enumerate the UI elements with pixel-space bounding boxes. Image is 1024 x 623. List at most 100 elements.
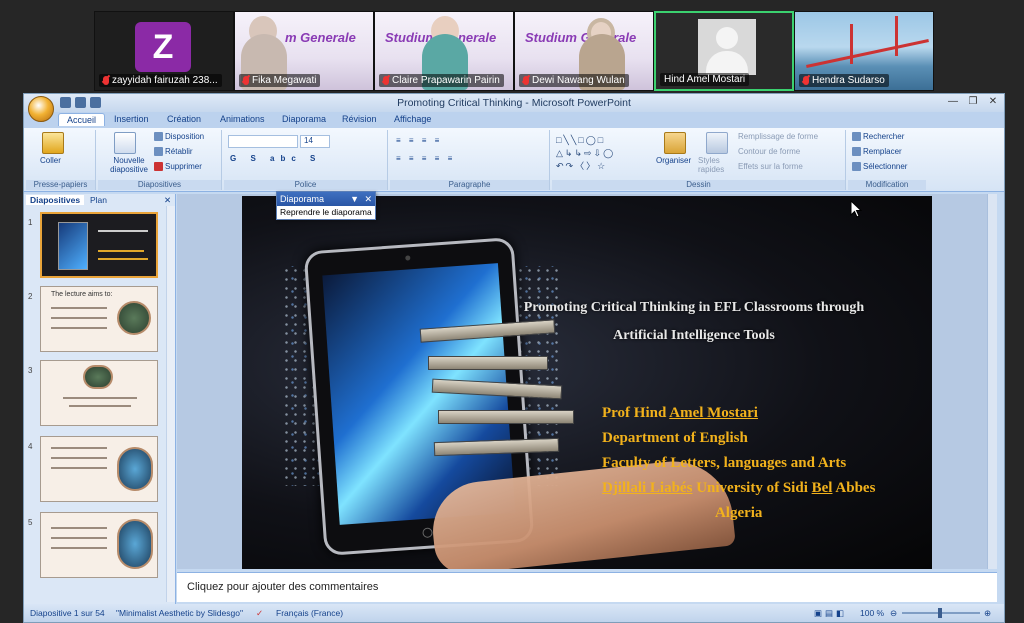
- notes-pane[interactable]: Cliquez pour ajouter des commentaires: [177, 572, 997, 602]
- language[interactable]: Français (France): [276, 608, 343, 618]
- remplacer-button[interactable]: Remplacer: [852, 147, 902, 157]
- bridge-deck: [806, 39, 929, 68]
- participant-tile[interactable]: m Generale Fika Megawati: [234, 11, 374, 91]
- shape-fill-button[interactable]: Remplissage de forme: [738, 132, 818, 141]
- arrange-icon[interactable]: [664, 132, 686, 154]
- disposition-button[interactable]: Disposition: [154, 132, 204, 142]
- group-dessin: □╲╲□◯□ △↳↳⇨⇩◯ ↶↷〈〉☆ Organiser Styles rapid…: [552, 130, 846, 190]
- mic-muted-icon: [103, 76, 109, 85]
- thumb-line: [51, 527, 107, 529]
- quick-styles-icon[interactable]: [706, 132, 728, 154]
- tab-plan[interactable]: Plan: [90, 195, 107, 205]
- slide-canvas[interactable]: Promoting Critical Thinking in EFL Class…: [242, 196, 932, 569]
- spellcheck-icon[interactable]: ✓: [256, 608, 263, 619]
- supprimer-button[interactable]: Supprimer: [154, 162, 202, 172]
- slide-thumbnail-4[interactable]: [40, 436, 158, 502]
- slide-number: 4: [28, 442, 33, 451]
- reset-icon: [154, 147, 163, 157]
- zoom-slider-thumb[interactable]: [938, 608, 942, 618]
- dropdown-icon[interactable]: ▼: [350, 192, 359, 206]
- mouse-pointer-icon: [850, 199, 863, 223]
- new-slide-icon[interactable]: [114, 132, 136, 154]
- select-icon: [852, 162, 861, 172]
- close-icon[interactable]: ✕: [986, 96, 1000, 107]
- slide-thumbnail-1[interactable]: [40, 212, 158, 278]
- slide-number: 2: [28, 292, 33, 301]
- shapes-gallery[interactable]: □╲╲□◯□ △↳↳⇨⇩◯ ↶↷〈〉☆: [556, 134, 656, 174]
- author-block[interactable]: Prof Hind Amel Mostari Department of Eng…: [602, 401, 875, 526]
- thumb-line: [51, 547, 107, 549]
- tab-diapositives[interactable]: Diapositives: [26, 195, 85, 205]
- tab-insertion[interactable]: Insertion: [114, 114, 149, 124]
- popup-header: Diaporama ▼ ✕: [277, 192, 375, 206]
- minimize-icon[interactable]: —: [946, 96, 960, 107]
- slides-panel: Diapositives Plan ✕ 1 2 The lecture aims…: [24, 194, 176, 604]
- book-image: [438, 410, 574, 424]
- participant-name: Hind Amel Mostari: [660, 73, 750, 86]
- slide-number: 1: [28, 218, 33, 227]
- participant-tile[interactable]: Studium Generale Dewi Nawang Wulan: [514, 11, 654, 91]
- selectionner-button[interactable]: Sélectionner: [852, 162, 907, 172]
- view-buttons[interactable]: ▣▤◧: [814, 608, 847, 619]
- slide-title[interactable]: Promoting Critical Thinking in EFL Class…: [504, 294, 884, 350]
- organiser-button[interactable]: Organiser: [656, 156, 691, 165]
- country: Algeria: [714, 505, 763, 521]
- title-bar: Promoting Critical Thinking - Microsoft …: [24, 94, 1004, 112]
- zoom-out-icon[interactable]: ⊖: [890, 608, 897, 619]
- font-format-buttons[interactable]: G S abc S: [230, 154, 321, 163]
- slide-thumbnail-5[interactable]: [40, 512, 158, 578]
- shape-effects-button[interactable]: Effets sur la forme: [738, 162, 803, 171]
- thumb-line: [63, 397, 137, 399]
- participant-tile[interactable]: Z zayyidah fairuzah 238...: [94, 11, 234, 91]
- thumb-image: [83, 365, 113, 389]
- office-button[interactable]: [28, 96, 54, 122]
- mic-muted-icon: [803, 76, 809, 85]
- align-buttons[interactable]: ≡ ≡ ≡ ≡ ≡: [396, 154, 455, 163]
- participant-tile[interactable]: Hendra Sudarso: [794, 11, 934, 91]
- group-label: Police: [224, 180, 387, 190]
- tab-diaporama[interactable]: Diaporama: [282, 114, 326, 124]
- thumb-line: [98, 250, 144, 252]
- ribbon-tabs: Accueil Insertion Création Animations Di…: [24, 112, 1004, 128]
- mic-muted-icon: [523, 76, 529, 85]
- tab-accueil[interactable]: Accueil: [58, 113, 106, 126]
- font-name-field[interactable]: [228, 135, 298, 148]
- slide-scrollbar[interactable]: [987, 194, 997, 569]
- thumb-line: [51, 537, 107, 539]
- participant-tile-active-speaker[interactable]: Hind Amel Mostari: [654, 11, 794, 91]
- styles-rapides-button[interactable]: Styles rapides: [698, 156, 738, 174]
- nouvelle-diapositive-button[interactable]: Nouvelle diapositive: [104, 156, 154, 174]
- ribbon: Coller Presse-papiers Nouvelle diapositi…: [24, 128, 1004, 192]
- group-diapositives: Nouvelle diapositive Disposition Rétabli…: [98, 130, 222, 190]
- list-buttons[interactable]: ≡ ≡ ≡ ≡: [396, 136, 442, 145]
- resume-slideshow-button[interactable]: Reprendre le diaporama: [277, 206, 375, 218]
- slide-thumbnail-2[interactable]: The lecture aims to:: [40, 286, 158, 352]
- shape-outline-button[interactable]: Contour de forme: [738, 147, 800, 156]
- close-icon[interactable]: ✕: [364, 192, 372, 206]
- slide-count: Diapositive 1 sur 54: [30, 608, 105, 618]
- font-size-field[interactable]: 14: [300, 135, 330, 148]
- zoom-level[interactable]: 100 %: [860, 608, 884, 618]
- restore-icon[interactable]: ❐: [966, 96, 980, 107]
- tab-animations[interactable]: Animations: [220, 114, 265, 124]
- retablir-button[interactable]: Rétablir: [154, 147, 193, 157]
- coller-button[interactable]: Coller: [40, 156, 61, 165]
- author-name: Prof Hind Amel Mostari: [602, 405, 758, 421]
- mic-muted-icon: [243, 76, 249, 85]
- close-panel-icon[interactable]: ✕: [164, 195, 171, 206]
- participant-name: zayyidah fairuzah 238...: [99, 74, 222, 87]
- participant-name: Fika Megawati: [239, 74, 321, 87]
- participant-tile[interactable]: Studium Generale Claire Prapawarin Pairi…: [374, 11, 514, 91]
- zoom-in-icon[interactable]: ⊕: [984, 608, 991, 619]
- tab-creation[interactable]: Création: [167, 114, 201, 124]
- slide-number: 5: [28, 518, 33, 527]
- panel-scrollbar[interactable]: [166, 206, 175, 602]
- powerpoint-window: Promoting Critical Thinking - Microsoft …: [23, 93, 1005, 623]
- tab-revision[interactable]: Révision: [342, 114, 377, 124]
- rechercher-button[interactable]: Rechercher: [852, 132, 904, 142]
- paste-icon[interactable]: [42, 132, 64, 154]
- thumb-image: [117, 447, 153, 491]
- slide-thumbnail-3[interactable]: [40, 360, 158, 426]
- participant-name: Hendra Sudarso: [799, 74, 889, 87]
- tab-affichage[interactable]: Affichage: [394, 114, 431, 124]
